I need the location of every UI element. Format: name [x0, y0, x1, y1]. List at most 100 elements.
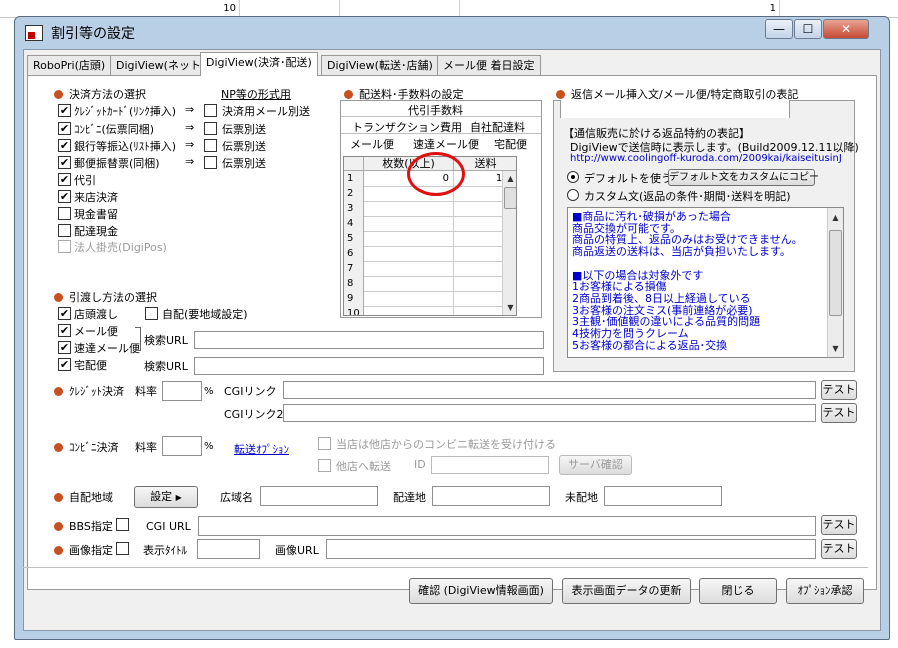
cgi-link2-input[interactable] — [283, 404, 816, 422]
cgi-link2-test-button[interactable]: テスト — [821, 403, 857, 423]
label-search-url-mail: 検索URL — [144, 334, 188, 347]
grid-row[interactable]: 8 — [344, 276, 516, 292]
label-credit-card: ｸﾚｼﾞｯﾄｶｰﾄﾞ(ﾘﾝｸ挿入) — [74, 105, 177, 118]
grid-cell-qty[interactable] — [364, 231, 454, 247]
self-delivery-label: 自配地域 — [54, 489, 113, 505]
close-button[interactable]: 閉じる — [699, 578, 777, 604]
checkbox-np-bank[interactable] — [204, 139, 217, 152]
memo-scrollbar[interactable]: ▲ ▼ — [827, 208, 843, 357]
checkbox-np-credit[interactable] — [204, 104, 217, 117]
checkbox-registered-mail[interactable] — [58, 207, 71, 220]
cgi-link-test-button[interactable]: テスト — [821, 380, 857, 400]
grid-row[interactable]: 3 — [344, 201, 516, 217]
radio-default[interactable] — [567, 171, 579, 183]
grid-row[interactable]: 7 — [344, 261, 516, 277]
scroll-down-icon[interactable]: ▼ — [828, 341, 843, 356]
grid-row[interactable]: 6 — [344, 246, 516, 262]
checkbox-cod[interactable]: ✔ — [58, 173, 71, 186]
checkbox-np-postal[interactable] — [204, 156, 217, 169]
radio-custom[interactable] — [567, 189, 579, 201]
checkbox-credit-card[interactable]: ✔ — [58, 104, 71, 117]
scroll-thumb[interactable] — [829, 230, 842, 316]
grid-cell-qty[interactable] — [364, 216, 454, 232]
option-approval-button[interactable]: ｵﾌﾟｼｮﾝ承認 — [786, 578, 864, 604]
checkbox-in-store-payment[interactable]: ✔ — [58, 190, 71, 203]
grid-row-number: 5 — [344, 231, 364, 247]
transfer-option-link[interactable]: 転送ｵﾌﾟｼｮﾝ — [234, 441, 289, 457]
checkbox-accept-transfer[interactable] — [318, 437, 331, 450]
tab-express-mail[interactable]: 速達メール便 — [413, 136, 479, 152]
grid-cell-qty[interactable] — [364, 246, 454, 262]
tab-robopri-store[interactable]: RoboPri(店頭) — [27, 55, 112, 75]
image-url-label: 画像URL — [275, 544, 319, 557]
convenience-rate-input[interactable] — [162, 436, 202, 456]
checkbox-store-pickup[interactable]: ✔ — [58, 307, 71, 320]
credit-rate-input[interactable] — [162, 381, 202, 401]
image-url-input[interactable] — [326, 539, 816, 559]
title-bar[interactable]: 割引等の設定 — ☐ ✕ — [15, 17, 889, 49]
label-self-delivery: 自配(要地域設定) — [162, 308, 248, 321]
checkbox-image[interactable] — [116, 542, 129, 555]
checkbox-transfer-other[interactable] — [318, 459, 331, 472]
bbs-test-button[interactable]: テスト — [821, 515, 857, 535]
checkbox-home-delivery[interactable]: ✔ — [58, 358, 71, 371]
checkbox-express-mail[interactable]: ✔ — [58, 341, 71, 354]
minimize-button[interactable]: — — [765, 19, 793, 39]
tab-digiview-net[interactable]: DigiView(ネット) — [110, 55, 212, 75]
display-title-label: 表示ﾀｲﾄﾙ — [143, 544, 187, 557]
reply-tab-strip[interactable] — [560, 100, 790, 118]
grid-cell-qty[interactable] — [364, 276, 454, 292]
checkbox-convenience[interactable]: ✔ — [58, 122, 71, 135]
tab-mail-delivery-date[interactable]: メール便 着日設定 — [437, 55, 541, 75]
confirm-button[interactable]: 確認 (DigiView情報画面) — [409, 578, 553, 604]
checkbox-bbs[interactable] — [116, 518, 129, 531]
grid-row[interactable]: 9 — [344, 291, 516, 307]
tab-digiview-payment-shipping[interactable]: DigiView(決済･配送) — [200, 52, 318, 76]
region-label: 広域名 — [220, 491, 253, 504]
bbs-cgi-url-input[interactable] — [198, 516, 816, 536]
transfer-id-input[interactable] — [431, 456, 549, 474]
tab-mail-delivery[interactable]: メール便 — [350, 136, 394, 152]
checkbox-delivery-cash[interactable] — [58, 224, 71, 237]
update-display-button[interactable]: 表示画面データの更新 — [562, 578, 691, 604]
grid-cell-qty[interactable] — [364, 291, 454, 307]
checkbox-corporate-credit[interactable] — [58, 240, 71, 253]
scroll-down-icon[interactable]: ▼ — [503, 300, 516, 315]
grid-row[interactable]: 10 — [344, 306, 516, 315]
image-test-button[interactable]: テスト — [821, 539, 857, 559]
checkbox-postal-transfer[interactable]: ✔ — [58, 156, 71, 169]
bracket — [135, 327, 141, 351]
search-url-mail-input[interactable] — [194, 331, 544, 349]
credit-rate-label: 料率 — [135, 385, 157, 398]
return-policy-url[interactable]: http://www.coolingoff-kuroda.com/2009kai… — [570, 153, 842, 164]
tab-digiview-transfer-store[interactable]: DigiView(転送･店舗) — [321, 55, 439, 75]
grid-cell-qty[interactable] — [364, 201, 454, 217]
scroll-thumb[interactable] — [504, 187, 516, 209]
display-title-input[interactable] — [197, 539, 260, 559]
cgi-link-input[interactable] — [283, 381, 816, 399]
maximize-button[interactable]: ☐ — [794, 19, 822, 39]
grid-row[interactable]: 5 — [344, 231, 516, 247]
grid-cell-qty[interactable] — [364, 261, 454, 277]
deliverable-input[interactable] — [432, 486, 550, 506]
region-input[interactable] — [260, 486, 378, 506]
scroll-up-icon[interactable]: ▲ — [828, 210, 843, 225]
checkbox-np-convenience[interactable] — [204, 122, 217, 135]
undeliverable-input[interactable] — [604, 486, 722, 506]
checkbox-mail-delivery[interactable]: ✔ — [58, 324, 71, 337]
label-np-convenience: 伝票別送 — [222, 123, 266, 136]
grid-row[interactable]: 4 — [344, 216, 516, 232]
grid-cell-qty[interactable] — [364, 306, 454, 315]
copy-default-button[interactable]: デフォルト文をカスタムにコピー — [668, 169, 819, 186]
tab-home-delivery[interactable]: 宅配便 — [494, 136, 527, 152]
settings-button[interactable]: 設定 ▶ — [134, 486, 198, 508]
checkbox-self-delivery[interactable] — [145, 307, 158, 320]
search-url-home-input[interactable] — [194, 357, 544, 375]
label-np-credit: 決済用メール別送 — [222, 105, 310, 118]
return-policy-memo[interactable]: ■商品に汚れ･破損があった場合 商品交換が可能です。 商品の特質上、返品のみはお… — [567, 207, 844, 358]
close-window-button[interactable]: ✕ — [823, 19, 869, 39]
grid-scrollbar[interactable]: ▲ ▼ — [502, 171, 516, 315]
scroll-up-icon[interactable]: ▲ — [503, 171, 516, 186]
server-check-button[interactable]: サーバ確認 — [559, 455, 632, 475]
checkbox-bank-transfer[interactable]: ✔ — [58, 139, 71, 152]
